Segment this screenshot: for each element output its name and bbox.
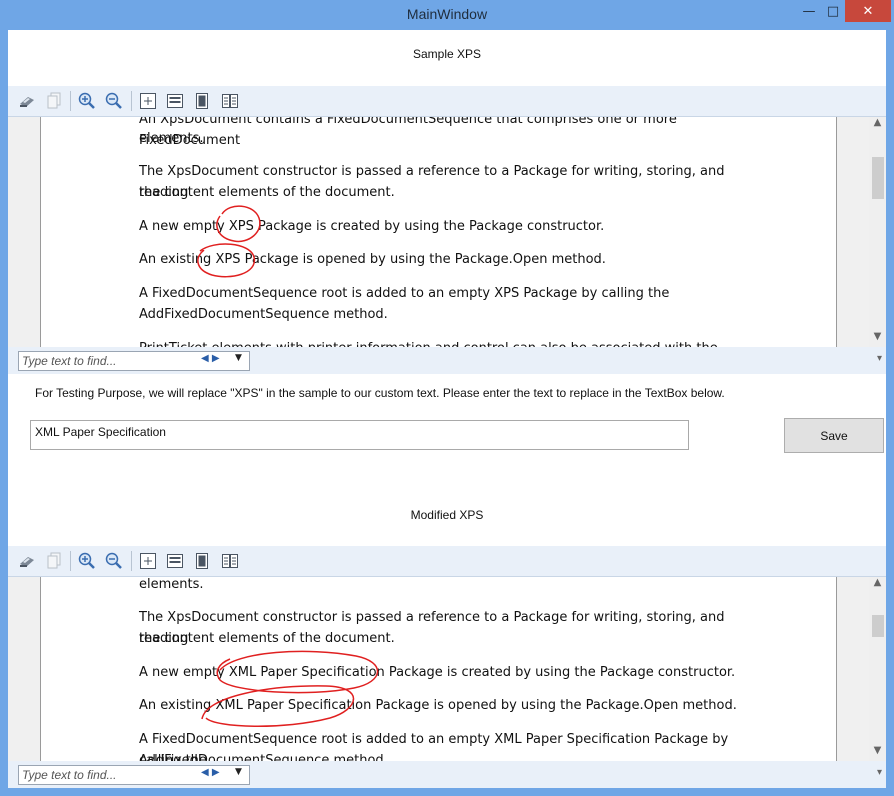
actual-size-icon[interactable] xyxy=(138,551,158,571)
text-line: the content elements of the document. xyxy=(139,185,395,200)
scroll-thumb[interactable] xyxy=(872,157,884,199)
overflow-grip-icon[interactable]: ▾ xyxy=(877,767,882,778)
minimize-icon[interactable]: — xyxy=(796,0,822,22)
toolbar-separator xyxy=(70,551,71,571)
window-title: MainWindow xyxy=(406,6,488,22)
find-input[interactable]: Type text to find... ◀ ▶ ▼ xyxy=(18,765,250,785)
text-line: PrintTicket elements with printer inform… xyxy=(139,338,759,347)
scroll-thumb[interactable] xyxy=(872,615,884,637)
toolbar-separator xyxy=(131,91,132,111)
sample-label: Sample XPS xyxy=(412,47,482,61)
sample-vertical-scrollbar[interactable]: ▲ ▼ xyxy=(869,117,886,347)
print-icon[interactable] xyxy=(17,91,37,111)
toolbar-separator xyxy=(131,551,132,571)
page-width-icon[interactable] xyxy=(165,551,185,571)
toolbar-separator xyxy=(70,91,71,111)
save-button[interactable]: Save xyxy=(784,418,884,453)
sample-find-bar: Type text to find... ◀ ▶ ▼ ▾ xyxy=(8,347,886,374)
instruction-text: For Testing Purpose, we will replace "XP… xyxy=(35,386,725,400)
scroll-up-icon[interactable]: ▲ xyxy=(869,577,886,588)
title-bar: MainWindow — □ ✕ xyxy=(0,0,894,30)
sample-document-viewer: An XpsDocument contains a FixedDocumentS… xyxy=(8,86,886,374)
modified-label: Modified XPS xyxy=(410,508,484,522)
find-input[interactable]: Type text to find... ◀ ▶ ▼ xyxy=(18,351,250,371)
zoom-in-icon[interactable] xyxy=(77,551,97,571)
maximize-icon[interactable]: □ xyxy=(820,0,846,22)
modified-find-bar: Type text to find... ◀ ▶ ▼ ▾ xyxy=(8,761,886,788)
print-icon[interactable] xyxy=(17,551,37,571)
find-placeholder: Type text to find... xyxy=(22,768,117,782)
page-width-icon[interactable] xyxy=(165,91,185,111)
text-line: AddFixedDocumentSequence method. xyxy=(139,307,388,322)
overflow-grip-icon[interactable]: ▾ xyxy=(877,353,882,364)
text-line: An existing XPS Package is opened by usi… xyxy=(139,252,606,267)
find-options-dropdown-icon[interactable]: ▼ xyxy=(235,767,242,777)
find-prev-next-icon[interactable]: ◀ ▶ xyxy=(201,767,220,778)
replace-text-value: XML Paper Specification xyxy=(35,425,166,439)
scroll-down-icon[interactable]: ▼ xyxy=(869,745,886,756)
zoom-out-icon[interactable] xyxy=(104,91,124,111)
sample-document-area[interactable]: An XpsDocument contains a FixedDocumentS… xyxy=(8,117,886,347)
copy-icon[interactable] xyxy=(44,551,64,571)
text-line: elements. xyxy=(139,131,204,146)
close-icon[interactable]: ✕ xyxy=(845,0,891,22)
modified-document-area[interactable]: elements. The XpsDocument constructor is… xyxy=(8,577,886,761)
sample-page: An XpsDocument contains a FixedDocumentS… xyxy=(40,117,837,347)
two-pages-icon[interactable] xyxy=(220,551,240,571)
text-line: A new empty XML Paper Specification Pack… xyxy=(139,665,736,680)
copy-icon[interactable] xyxy=(44,91,64,111)
window-client: Sample XPS An XpsDocument contains a Fix… xyxy=(8,30,886,788)
text-line: AddFixedDocumentSequence method. xyxy=(139,753,388,761)
actual-size-icon[interactable] xyxy=(138,91,158,111)
scroll-up-icon[interactable]: ▲ xyxy=(869,117,886,128)
zoom-in-icon[interactable] xyxy=(77,91,97,111)
text-line: the content elements of the document. xyxy=(139,631,395,646)
replace-text-input[interactable]: XML Paper Specification xyxy=(30,420,689,450)
whole-page-icon[interactable] xyxy=(192,91,212,111)
text-line: A FixedDocumentSequence root is added to… xyxy=(139,286,670,301)
text-line: elements. xyxy=(139,577,204,592)
modified-page: elements. The XpsDocument constructor is… xyxy=(40,577,837,761)
sample-toolbar xyxy=(8,86,886,117)
scroll-down-icon[interactable]: ▼ xyxy=(869,331,886,342)
two-pages-icon[interactable] xyxy=(220,91,240,111)
modified-document-viewer: elements. The XpsDocument constructor is… xyxy=(8,546,886,788)
text-line: An existing XML Paper Specification Pack… xyxy=(139,698,737,713)
zoom-out-icon[interactable] xyxy=(104,551,124,571)
modified-toolbar xyxy=(8,546,886,577)
find-prev-next-icon[interactable]: ◀ ▶ xyxy=(201,353,220,364)
modified-vertical-scrollbar[interactable]: ▲ ▼ xyxy=(869,577,886,761)
find-options-dropdown-icon[interactable]: ▼ xyxy=(235,353,242,363)
find-placeholder: Type text to find... xyxy=(22,354,117,368)
text-line: A new empty XPS Package is created by us… xyxy=(139,219,605,234)
whole-page-icon[interactable] xyxy=(192,551,212,571)
